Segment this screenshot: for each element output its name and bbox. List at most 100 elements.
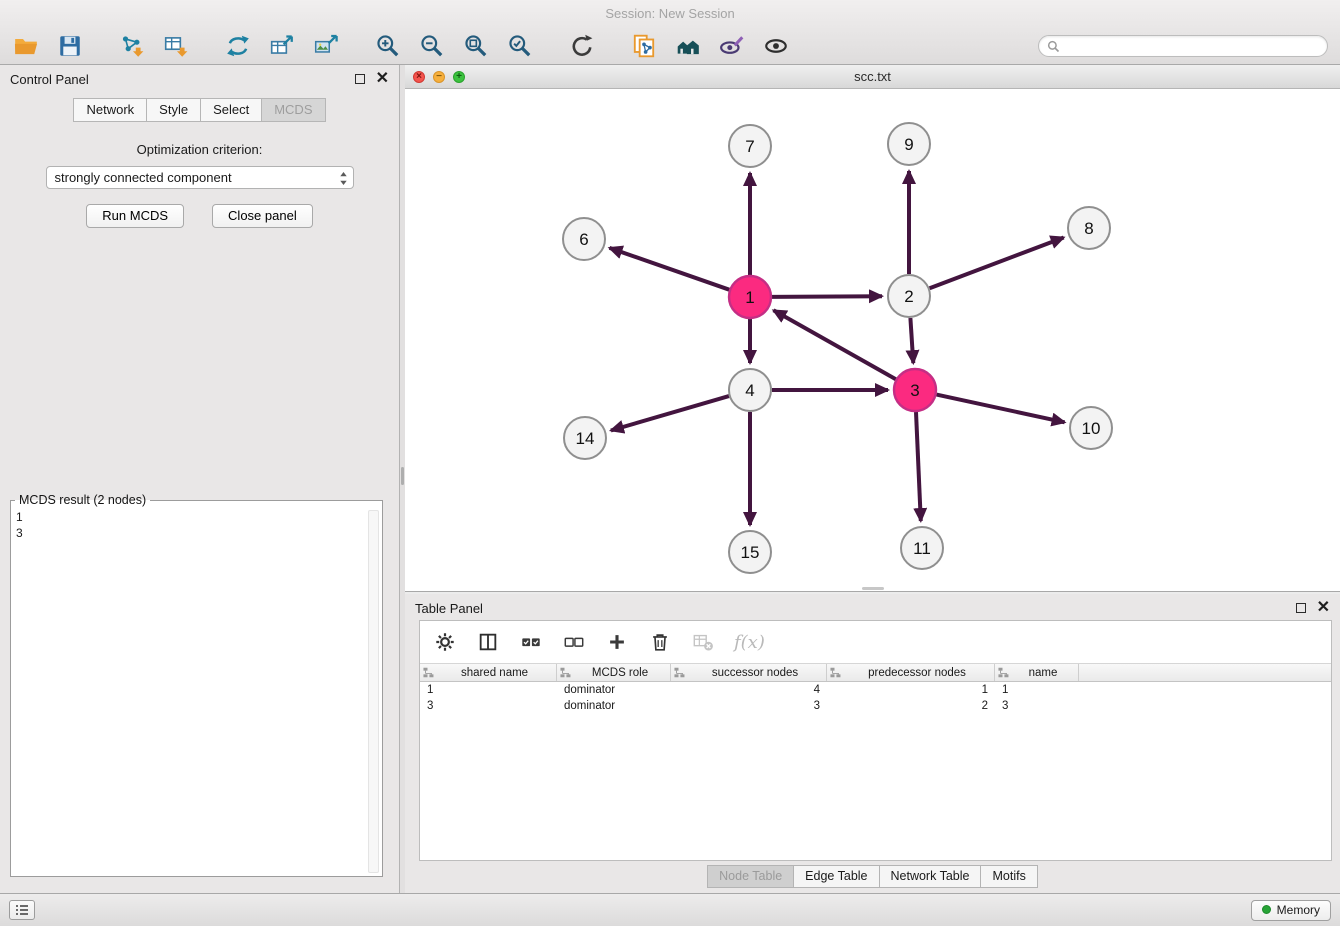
graph-node-4[interactable]: 4	[729, 369, 771, 411]
column-header-MCDS-role[interactable]: MCDS role	[557, 664, 671, 681]
graph-edge-2-3[interactable]	[910, 318, 913, 363]
memory-button[interactable]: Memory	[1251, 900, 1331, 921]
table-panel: Table Panel ✕ f(x) shared nameMCDS roles…	[405, 594, 1340, 893]
graph-edge-2-8[interactable]	[930, 238, 1064, 289]
tab-node-table[interactable]: Node Table	[707, 865, 794, 888]
open-session-icon	[13, 33, 39, 59]
graph-node-2[interactable]: 2	[888, 275, 930, 317]
import-network-button[interactable]	[118, 32, 146, 60]
minimize-window-button[interactable]: −	[433, 71, 445, 83]
criterion-dropdown[interactable]: strongly connected component	[46, 166, 354, 189]
table-cell: 1	[420, 684, 557, 696]
node-table: f(x) shared nameMCDS rolesuccessor nodes…	[419, 620, 1332, 861]
search-icon	[1047, 40, 1060, 53]
ndex-home-button[interactable]	[674, 32, 702, 60]
node-label: 1	[745, 288, 754, 307]
export-table-icon	[269, 33, 295, 59]
splitter-handle[interactable]	[401, 467, 404, 485]
export-image-button[interactable]	[312, 32, 340, 60]
search-box[interactable]	[1038, 35, 1328, 57]
table-cell: 3	[995, 700, 1079, 712]
open-session-button[interactable]	[12, 32, 40, 60]
tab-mcds[interactable]: MCDS	[262, 98, 325, 122]
network-view[interactable]: 7 9 6 8 1 2 4 3 14 10 15 11	[405, 89, 1340, 591]
float-table-panel-icon[interactable]	[1296, 603, 1306, 613]
close-table-panel-icon[interactable]: ✕	[1317, 602, 1330, 614]
graph-node-9[interactable]: 9	[888, 123, 930, 165]
tab-select[interactable]: Select	[201, 98, 262, 122]
column-header-shared-name[interactable]: shared name	[420, 664, 557, 681]
toolbar-icon-groups	[12, 32, 824, 60]
network-graph[interactable]: 7 9 6 8 1 2 4 3 14 10 15 11	[405, 89, 1338, 591]
export-network-icon	[225, 33, 251, 59]
graph-node-6[interactable]: 6	[563, 218, 605, 260]
table-row[interactable]: 3dominator323	[420, 698, 1331, 714]
graph-node-11[interactable]: 11	[901, 527, 943, 569]
refresh-layout-button[interactable]	[568, 32, 596, 60]
visual-styles-button[interactable]	[718, 32, 746, 60]
window-title: Session: New Session	[605, 6, 734, 21]
toolbar-group	[118, 32, 190, 60]
search-input[interactable]	[1065, 39, 1319, 53]
close-panel-button[interactable]: Close panel	[212, 204, 313, 228]
graph-edge-3-10[interactable]	[937, 395, 1065, 423]
refresh-layout-icon	[569, 33, 595, 59]
graph-node-3[interactable]: 3	[894, 369, 936, 411]
run-mcds-button[interactable]: Run MCDS	[86, 204, 184, 228]
graph-edge-3-11[interactable]	[916, 412, 921, 521]
control-panel-tabs: NetworkStyleSelectMCDS	[0, 98, 399, 122]
graph-edge-1-6[interactable]	[610, 248, 730, 290]
graph-node-10[interactable]: 10	[1070, 407, 1112, 449]
graph-node-7[interactable]: 7	[729, 125, 771, 167]
optimization-criterion-label: Optimization criterion:	[0, 142, 399, 157]
add-column-button[interactable]	[605, 630, 629, 654]
zoom-in-icon	[375, 33, 401, 59]
window-titlebar: Session: New Session	[0, 0, 1340, 27]
deselect-all-rows-button[interactable]	[562, 630, 586, 654]
close-panel-icon[interactable]: ✕	[376, 73, 389, 85]
mcds-result-text[interactable]: 1 3	[16, 509, 364, 872]
table-settings-button[interactable]	[433, 630, 457, 654]
save-session-button[interactable]	[56, 32, 84, 60]
float-panel-icon[interactable]	[355, 74, 365, 84]
table-cell: dominator	[557, 684, 671, 696]
import-table-button[interactable]	[162, 32, 190, 60]
zoom-fit-button[interactable]	[462, 32, 490, 60]
tab-style[interactable]: Style	[147, 98, 201, 122]
select-all-rows-button[interactable]	[519, 630, 543, 654]
export-table-button[interactable]	[268, 32, 296, 60]
tab-network[interactable]: Network	[73, 98, 147, 122]
network-clone-button[interactable]	[630, 32, 658, 60]
network-resize-handle[interactable]	[862, 587, 884, 590]
close-window-button[interactable]: ×	[413, 71, 425, 83]
zoom-in-button[interactable]	[374, 32, 402, 60]
column-header-predecessor-nodes[interactable]: predecessor nodes	[827, 664, 995, 681]
main-toolbar	[0, 27, 1340, 65]
export-network-button[interactable]	[224, 32, 252, 60]
tab-motifs[interactable]: Motifs	[981, 865, 1037, 888]
zoom-fit-icon	[463, 33, 489, 59]
sort-icon	[998, 667, 1009, 678]
column-header-label: MCDS role	[573, 667, 667, 679]
column-header-successor-nodes[interactable]: successor nodes	[671, 664, 827, 681]
graph-node-14[interactable]: 14	[564, 417, 606, 459]
graph-node-15[interactable]: 15	[729, 531, 771, 573]
graph-node-1[interactable]: 1	[729, 276, 771, 318]
result-scrollbar[interactable]	[368, 510, 379, 873]
show-graphics-button[interactable]	[762, 32, 790, 60]
zoom-selected-button[interactable]	[506, 32, 534, 60]
graph-edge-4-14[interactable]	[611, 396, 729, 430]
tab-edge-table[interactable]: Edge Table	[794, 865, 879, 888]
control-panel-title: Control Panel	[10, 72, 89, 87]
graph-node-8[interactable]: 8	[1068, 207, 1110, 249]
task-history-button[interactable]	[9, 900, 35, 920]
column-visibility-button[interactable]	[476, 630, 500, 654]
zoom-out-button[interactable]	[418, 32, 446, 60]
zoom-window-button[interactable]: +	[453, 71, 465, 83]
graph-edge-3-1[interactable]	[774, 310, 896, 379]
delete-column-button[interactable]	[648, 630, 672, 654]
table-row[interactable]: 1dominator411	[420, 682, 1331, 698]
graph-edge-1-2[interactable]	[772, 296, 882, 297]
column-header-name[interactable]: name	[995, 664, 1079, 681]
tab-network-table[interactable]: Network Table	[880, 865, 982, 888]
